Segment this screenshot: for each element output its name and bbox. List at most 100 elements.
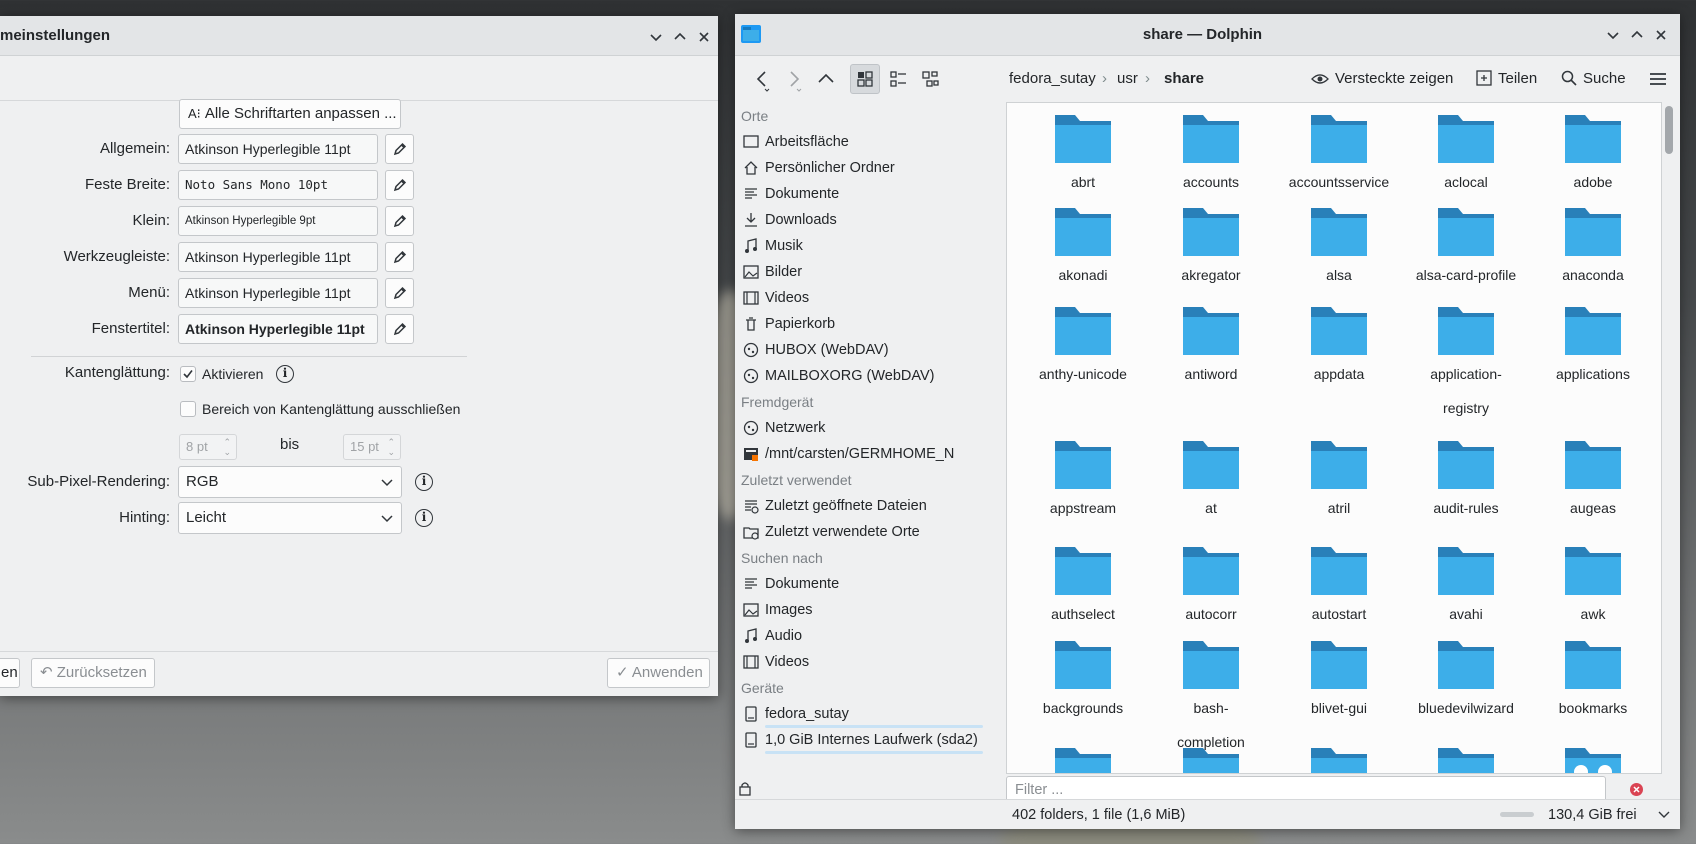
- folder-item[interactable]: akregator: [1147, 204, 1275, 292]
- folder-item[interactable]: backgrounds: [1019, 637, 1147, 725]
- places-item[interactable]: Dokumente: [741, 181, 999, 207]
- folder-item[interactable]: [1147, 744, 1275, 773]
- places-item[interactable]: Musik: [741, 233, 999, 259]
- folder-item[interactable]: augeas: [1529, 437, 1657, 525]
- choose-font-button[interactable]: [385, 314, 414, 344]
- maximize-button[interactable]: [1626, 24, 1648, 46]
- details-view-button[interactable]: [915, 64, 945, 94]
- maximize-button[interactable]: [669, 26, 691, 48]
- info-icon[interactable]: i: [415, 473, 433, 491]
- breadcrumb-item[interactable]: fedora_sutay: [1009, 56, 1096, 102]
- antialias-enable-label[interactable]: Aktivieren: [202, 366, 263, 382]
- antialias-checkbox[interactable]: [180, 366, 196, 382]
- places-item[interactable]: HUBOX (WebDAV): [741, 337, 999, 363]
- folder-item[interactable]: bash-completion: [1147, 637, 1275, 759]
- folder-item[interactable]: at: [1147, 437, 1275, 525]
- choose-font-button[interactable]: [385, 134, 414, 164]
- adjust-all-fonts-button[interactable]: A⁝ Alle Schriftarten anpassen ...: [179, 99, 401, 129]
- close-button[interactable]: [1650, 24, 1672, 46]
- choose-font-button[interactable]: [385, 278, 414, 308]
- folder-item[interactable]: [1019, 744, 1147, 773]
- folder-item[interactable]: authselect: [1019, 543, 1147, 631]
- folder-item[interactable]: [1275, 744, 1403, 773]
- places-item[interactable]: Videos: [741, 285, 999, 311]
- reset-button[interactable]: ↶ Zurücksetzen: [31, 658, 155, 688]
- folder-item[interactable]: [1402, 744, 1530, 773]
- folder-item[interactable]: anthy-unicode: [1019, 303, 1147, 391]
- places-item[interactable]: fedora_sutay: [741, 701, 999, 727]
- minimize-button[interactable]: [645, 26, 667, 48]
- folder-item[interactable]: audit-rules: [1402, 437, 1530, 525]
- exclude-range-checkbox[interactable]: [180, 401, 196, 417]
- places-item[interactable]: Bilder: [741, 259, 999, 285]
- folder-item[interactable]: adobe: [1529, 111, 1657, 199]
- forward-button[interactable]: [779, 64, 809, 94]
- chevron-down-icon[interactable]: [1658, 810, 1670, 820]
- folder-view[interactable]: abrt accounts accountsservice aclocal adobe a…: [1006, 102, 1662, 774]
- folder-item[interactable]: [1529, 744, 1657, 773]
- scrollbar-thumb[interactable]: [1665, 106, 1673, 154]
- folder-item[interactable]: anaconda: [1529, 204, 1657, 292]
- folder-item[interactable]: akonadi: [1019, 204, 1147, 292]
- apply-button[interactable]: ✓ Anwenden: [607, 658, 710, 688]
- vertical-scrollbar[interactable]: [1662, 102, 1676, 774]
- places-item[interactable]: 1,0 GiB Internes Laufwerk (sda2): [741, 727, 999, 753]
- folder-item[interactable]: autocorr: [1147, 543, 1275, 631]
- folder-item[interactable]: accountsservice: [1275, 111, 1403, 199]
- up-button[interactable]: [811, 64, 841, 94]
- show-hidden-button[interactable]: Versteckte zeigen: [1311, 56, 1453, 102]
- folder-item[interactable]: bluedevilwizard: [1402, 637, 1530, 725]
- folder-item[interactable]: applications: [1529, 303, 1657, 391]
- folder-item[interactable]: alsa: [1275, 204, 1403, 292]
- places-item[interactable]: Netzwerk: [741, 415, 999, 441]
- clear-filter-icon[interactable]: [1630, 783, 1643, 796]
- share-button[interactable]: Teilen: [1476, 56, 1537, 102]
- defaults-button[interactable]: en: [0, 658, 20, 688]
- places-item[interactable]: Audio: [741, 623, 999, 649]
- folder-item[interactable]: aclocal: [1402, 111, 1530, 199]
- breadcrumb-item[interactable]: usr: [1117, 56, 1138, 102]
- choose-font-button[interactable]: [385, 170, 414, 200]
- hinting-combobox[interactable]: Leicht: [178, 502, 402, 534]
- places-item[interactable]: Images: [741, 597, 999, 623]
- font-value-field[interactable]: Atkinson Hyperlegible 11pt: [178, 314, 378, 344]
- folder-item[interactable]: accounts: [1147, 111, 1275, 199]
- places-item[interactable]: Persönlicher Ordner: [741, 155, 999, 181]
- folder-item[interactable]: awk: [1529, 543, 1657, 631]
- folder-item[interactable]: avahi: [1402, 543, 1530, 631]
- hamburger-menu-button[interactable]: [1649, 56, 1673, 102]
- search-button[interactable]: Suche: [1561, 56, 1626, 102]
- places-item[interactable]: Zuletzt geöffnete Dateien: [741, 493, 999, 519]
- places-item[interactable]: Papierkorb: [741, 311, 999, 337]
- font-value-field[interactable]: Atkinson Hyperlegible 9pt: [178, 206, 378, 236]
- folder-item[interactable]: autostart: [1275, 543, 1403, 631]
- font-value-field[interactable]: Atkinson Hyperlegible 11pt: [178, 134, 378, 164]
- settings-titlebar[interactable]: meinstellungen: [0, 16, 718, 56]
- folder-item[interactable]: appstream: [1019, 437, 1147, 525]
- lock-icon[interactable]: [738, 781, 752, 796]
- choose-font-button[interactable]: [385, 242, 414, 272]
- places-item[interactable]: /mnt/carsten/GERMHOME_N: [741, 441, 999, 467]
- compact-view-button[interactable]: [883, 64, 913, 94]
- free-space-label[interactable]: 130,4 GiB frei: [1548, 800, 1637, 829]
- choose-font-button[interactable]: [385, 206, 414, 236]
- icons-view-button[interactable]: [850, 64, 880, 94]
- places-item[interactable]: Arbeitsfläche: [741, 129, 999, 155]
- places-item[interactable]: MAILBOXORG (WebDAV): [741, 363, 999, 389]
- places-item[interactable]: Dokumente: [741, 571, 999, 597]
- places-item[interactable]: Videos: [741, 649, 999, 675]
- close-button[interactable]: [693, 26, 715, 48]
- exclude-range-label[interactable]: Bereich von Kantenglättung ausschließen: [202, 401, 460, 417]
- font-value-field[interactable]: Atkinson Hyperlegible 11pt: [178, 242, 378, 272]
- folder-item[interactable]: antiword: [1147, 303, 1275, 391]
- back-button[interactable]: [747, 64, 777, 94]
- info-icon[interactable]: i: [415, 509, 433, 527]
- folder-item[interactable]: atril: [1275, 437, 1403, 525]
- folder-item[interactable]: abrt: [1019, 111, 1147, 199]
- folder-item[interactable]: alsa-card-profile: [1402, 204, 1530, 292]
- folder-item[interactable]: appdata: [1275, 303, 1403, 391]
- folder-item[interactable]: bookmarks: [1529, 637, 1657, 725]
- folder-item[interactable]: application-registry: [1402, 303, 1530, 425]
- places-item[interactable]: Zuletzt verwendete Orte: [741, 519, 999, 545]
- font-value-field[interactable]: Atkinson Hyperlegible 11pt: [178, 278, 378, 308]
